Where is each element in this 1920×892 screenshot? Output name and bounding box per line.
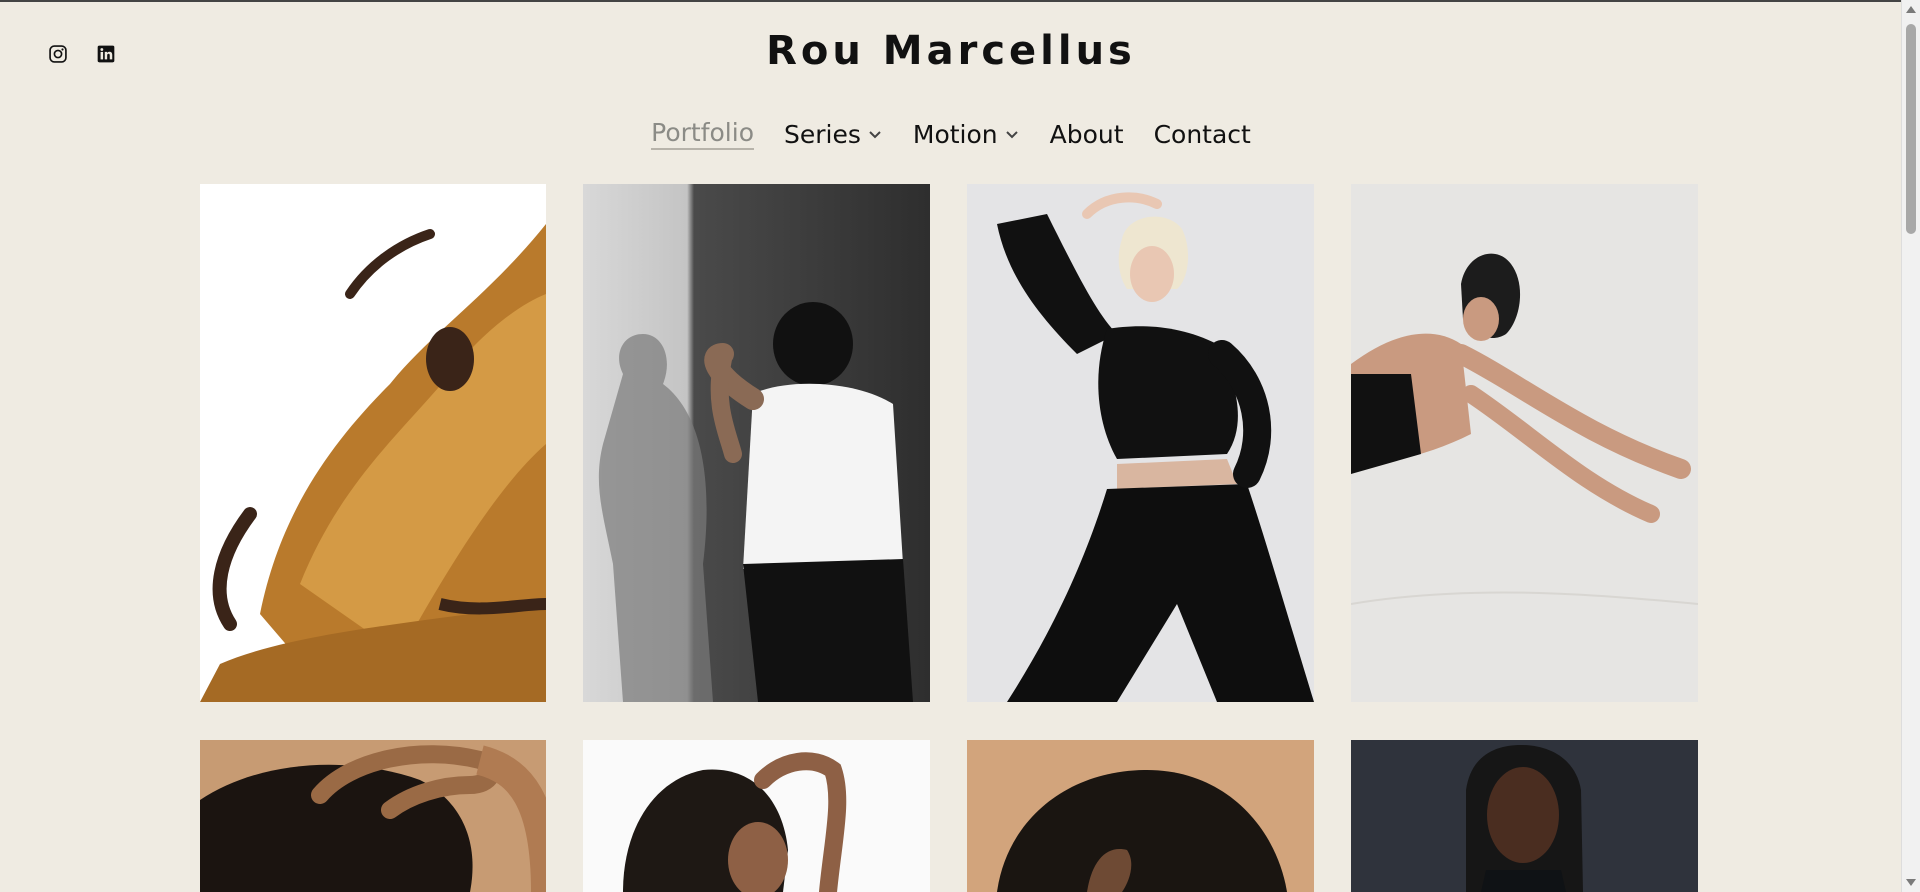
site-title[interactable]: Rou Marcellus — [0, 28, 1902, 74]
main-nav: Portfolio Series Motion About Contact — [0, 118, 1902, 150]
photo-braids-portrait[interactable] — [1351, 740, 1698, 892]
photo-reclining-pose[interactable] — [1351, 184, 1698, 702]
nav-label: About — [1049, 119, 1124, 149]
nav-item-series[interactable]: Series — [784, 118, 883, 150]
scroll-up-arrow-icon[interactable] — [1906, 6, 1916, 13]
nav-label: Motion — [912, 119, 998, 149]
nav-item-about[interactable]: About — [1050, 118, 1124, 150]
photo-curly-hair-portrait[interactable] — [583, 740, 930, 892]
photo-blonde-black-suit[interactable] — [967, 184, 1314, 702]
page-scrollbar[interactable] — [1901, 0, 1920, 892]
chevron-down-icon — [1005, 131, 1018, 139]
photo-white-tank-shadow[interactable] — [583, 184, 930, 702]
nav-item-portfolio[interactable]: Portfolio — [651, 118, 754, 150]
nav-label: Contact — [1153, 119, 1251, 149]
scroll-down-arrow-icon[interactable] — [1906, 879, 1916, 886]
window-top-border — [0, 0, 1902, 2]
nav-label: Portfolio — [651, 118, 754, 147]
nav-item-motion[interactable]: Motion — [913, 118, 1020, 150]
photo-hand-on-curly-hair[interactable] — [200, 740, 546, 892]
photo-gold-fabric-dancer[interactable] — [200, 184, 546, 702]
chevron-down-icon — [869, 131, 881, 139]
scroll-thumb[interactable] — [1906, 24, 1916, 234]
photo-head-top-closeup[interactable] — [967, 740, 1314, 892]
nav-item-contact[interactable]: Contact — [1154, 118, 1251, 150]
nav-label: Series — [784, 119, 861, 149]
